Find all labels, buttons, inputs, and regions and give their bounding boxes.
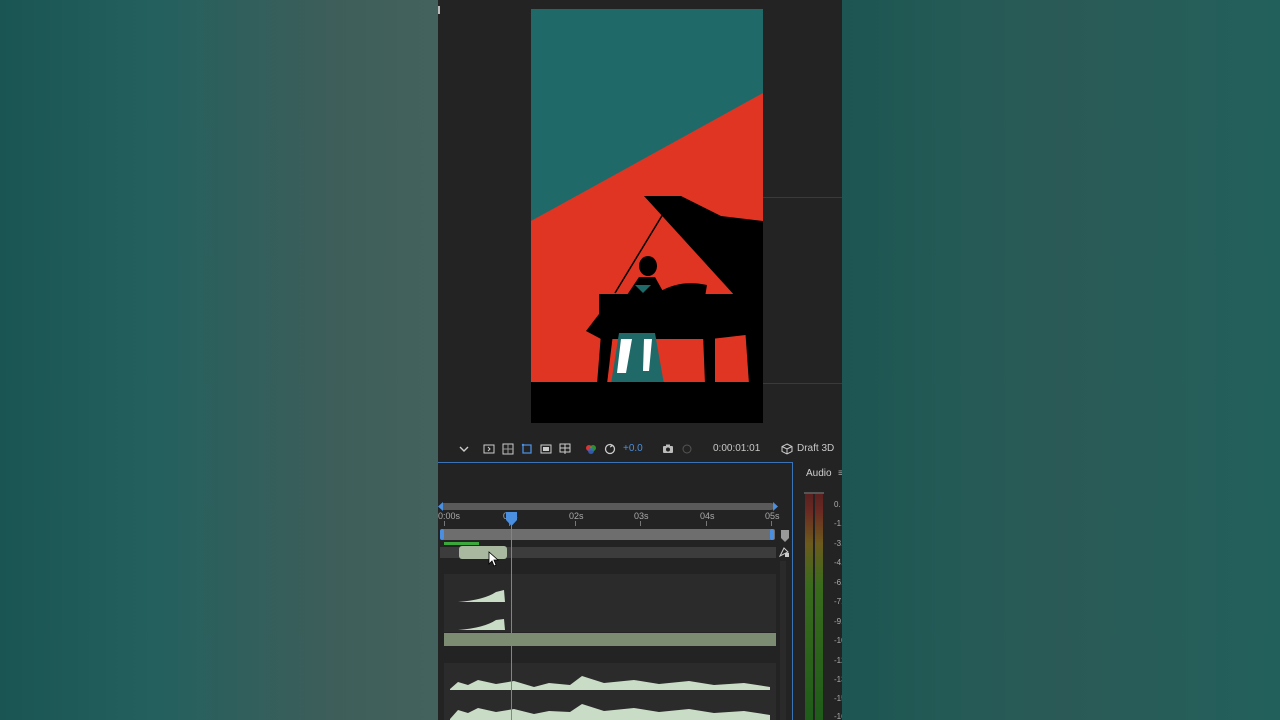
reset-exposure-icon[interactable] <box>604 443 616 455</box>
blurred-background-left <box>0 0 438 720</box>
mask-visibility-icon[interactable] <box>521 443 533 455</box>
meter-label: -16 <box>834 712 842 720</box>
playhead-handle[interactable] <box>506 512 517 526</box>
comp-marker-bin-icon[interactable] <box>780 530 790 542</box>
chevron-down-icon[interactable] <box>458 443 470 455</box>
exposure-value[interactable]: +0.0 <box>623 443 643 454</box>
new-layer-icon[interactable] <box>778 546 790 558</box>
transparency-grid-icon[interactable] <box>502 443 514 455</box>
ruler-label: 0:00s <box>438 511 461 521</box>
waveform-track-1 <box>444 574 776 632</box>
composition-canvas[interactable] <box>531 9 763 423</box>
audio-panel-title: Audio <box>806 468 832 479</box>
meter-label: -1. <box>834 519 842 528</box>
region-of-interest-icon[interactable] <box>540 443 552 455</box>
timeline-panel: 0:00s 01s 02s 03s 04s 05s <box>438 462 793 720</box>
render-cache-indicator <box>444 542 479 545</box>
composition-viewer[interactable] <box>438 0 842 438</box>
navigator-start-handle[interactable] <box>438 502 444 511</box>
piano-illustration <box>531 9 763 423</box>
ruler-label: 04s <box>700 511 715 521</box>
channel-color-icon[interactable] <box>585 443 597 455</box>
viewer-edge-marker <box>438 6 440 14</box>
ruler-tick <box>706 521 707 526</box>
work-area-bar[interactable] <box>441 529 775 540</box>
audio-waveform-left <box>458 590 505 630</box>
meter-label: -4. <box>834 558 842 567</box>
navigator-end-handle[interactable] <box>772 502 778 511</box>
meter-label: -10 <box>834 636 842 645</box>
work-area-end-handle[interactable] <box>770 529 774 540</box>
meter-label: -7. <box>834 597 842 606</box>
guide-line <box>763 197 842 198</box>
ruler-tick <box>640 521 641 526</box>
current-timecode[interactable]: 0:00:01:01 <box>713 443 760 454</box>
ruler-tick <box>575 521 576 526</box>
audio-meter-left <box>805 494 813 720</box>
ruler-label: 02s <box>569 511 584 521</box>
after-effects-window: +0.0 0:00:01:01 Draft 3D 0:00s 01s 02s 0… <box>438 0 842 720</box>
audio-meter-right <box>815 494 823 720</box>
renderer-label[interactable]: Draft 3D <box>797 443 834 454</box>
meter-label: -15 <box>834 694 842 703</box>
audio-waveform-full <box>450 676 770 720</box>
meter-label: -13 <box>834 675 842 684</box>
ruler-label: 05s <box>765 511 780 521</box>
meter-label: -3. <box>834 539 842 548</box>
audio-panel: Audio ≡ 0. -1. -3. -4. -6. -7. -9. -10 -… <box>794 462 842 720</box>
panel-menu-icon[interactable]: ≡ <box>838 468 842 479</box>
meter-label: -9. <box>834 617 842 626</box>
playhead-line <box>511 513 512 720</box>
guide-line <box>763 383 842 384</box>
guides-icon[interactable] <box>559 443 571 455</box>
ruler-tick <box>771 521 772 526</box>
vertical-scrollbar[interactable] <box>780 561 786 720</box>
time-navigator-bar[interactable] <box>440 503 774 510</box>
ruler-tick <box>444 521 445 526</box>
mouse-cursor-icon <box>488 551 500 567</box>
viewer-toolbar: +0.0 0:00:01:01 Draft 3D <box>438 438 842 460</box>
snapshot-camera-icon[interactable] <box>662 443 674 455</box>
audio-clip-bar[interactable] <box>444 633 776 646</box>
blurred-background-right <box>842 0 1280 720</box>
work-area-start-handle[interactable] <box>440 529 444 540</box>
waveform-track-2 <box>444 663 776 720</box>
meter-label: 0. <box>834 500 841 509</box>
show-snapshot-icon[interactable] <box>681 443 693 455</box>
meter-label: -12 <box>834 656 842 665</box>
fast-previews-icon[interactable] <box>483 443 495 455</box>
3d-renderer-icon[interactable] <box>781 443 793 455</box>
ruler-label: 03s <box>634 511 649 521</box>
meter-label: -6. <box>834 578 842 587</box>
